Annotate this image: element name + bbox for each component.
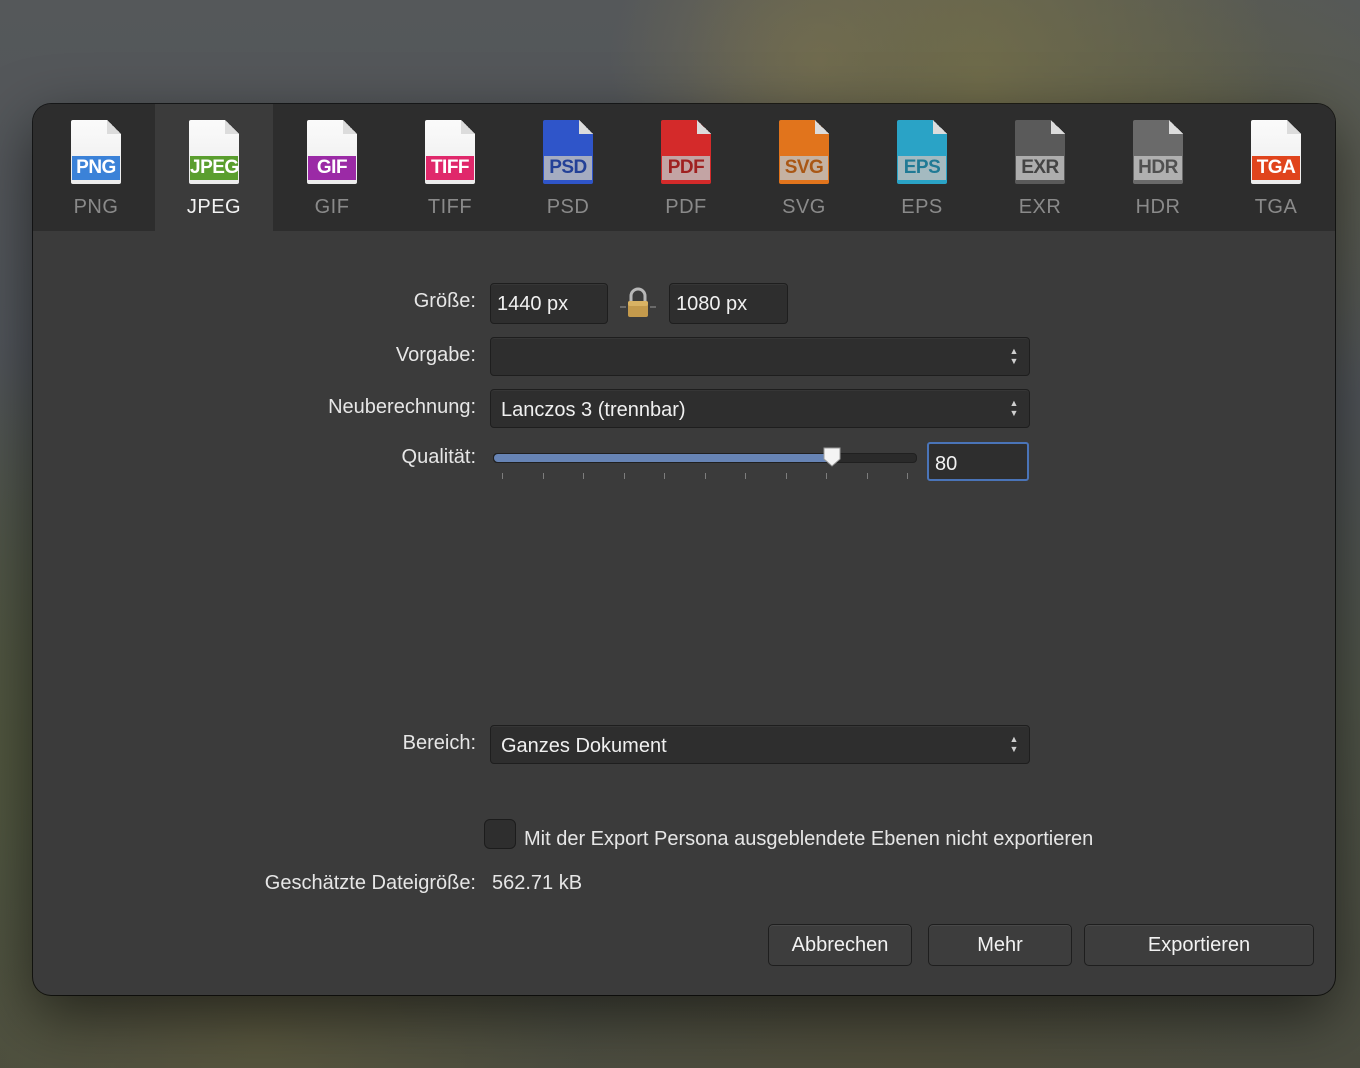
height-value: 1080 px: [676, 293, 748, 315]
quality-slider-fill: [494, 454, 832, 462]
resample-popup[interactable]: Lanczos 3 (trennbar) ▲ ▼: [490, 389, 1030, 428]
slider-tick: [826, 473, 827, 479]
tab-psd[interactable]: PSD PSD: [509, 104, 627, 231]
tab-label: GIF: [314, 196, 350, 218]
slider-tick: [745, 473, 746, 479]
eps-file-icon: EPS: [897, 120, 947, 184]
area-label: Bereich:: [402, 732, 476, 754]
svg-file-icon: SVG: [779, 120, 829, 184]
height-field[interactable]: 1080 px: [669, 283, 788, 324]
tab-label: PNG: [73, 196, 119, 218]
popup-arrows-icon: ▲ ▼: [1009, 398, 1019, 418]
hidden-layers-checkbox[interactable]: [484, 819, 516, 849]
tab-label: SVG: [782, 196, 826, 218]
slider-tick: [623, 473, 625, 479]
slider-tick: [704, 473, 706, 479]
slider-tick: [502, 473, 503, 479]
tab-tiff[interactable]: TIFF TIFF: [391, 104, 509, 231]
format-tab-bar: PNG PNG JPEG JPEG GIF GIF TIFF TIFF PSD PSD PDF PDF…: [33, 104, 1335, 231]
size-label: Größe:: [413, 290, 476, 312]
resample-value: Lanczos 3 (trennbar): [501, 399, 686, 421]
exr-file-icon: EXR: [1015, 120, 1065, 184]
width-field[interactable]: 1440 px: [490, 283, 608, 324]
tab-gif[interactable]: GIF GIF: [273, 104, 391, 231]
more-button[interactable]: Mehr: [928, 924, 1072, 966]
jpeg-file-icon: JPEG: [189, 120, 239, 184]
tab-hdr[interactable]: HDR HDR: [1099, 104, 1217, 231]
tab-label: JPEG: [186, 196, 242, 218]
png-file-icon: PNG: [71, 120, 121, 184]
export-button[interactable]: Exportieren: [1084, 924, 1314, 966]
slider-tick: [583, 473, 584, 479]
gif-file-icon: GIF: [307, 120, 357, 184]
filesize-value: 562.71 kB: [492, 872, 583, 894]
tab-jpeg[interactable]: JPEG JPEG: [155, 104, 273, 231]
quality-label: Qualität:: [401, 446, 476, 468]
tab-exr[interactable]: EXR EXR: [981, 104, 1099, 231]
tab-eps[interactable]: EPS EPS: [863, 104, 981, 231]
tab-label: TIFF: [427, 196, 473, 218]
tab-label: EXR: [1018, 196, 1062, 218]
slider-tick: [866, 473, 868, 479]
popup-arrows-icon: ▲ ▼: [1009, 346, 1019, 366]
area-popup[interactable]: Ganzes Dokument ▲ ▼: [490, 725, 1030, 764]
tab-tga[interactable]: TGA TGA: [1217, 104, 1335, 231]
slider-tick: [907, 473, 908, 479]
quality-slider[interactable]: [493, 453, 917, 463]
area-value: Ganzes Dokument: [501, 735, 667, 757]
tab-label: PSD: [546, 196, 590, 218]
psd-file-icon: PSD: [543, 120, 593, 184]
tab-label: PDF: [665, 196, 707, 218]
popup-arrows-icon: ▲ ▼: [1009, 734, 1019, 754]
hidden-layers-label[interactable]: Mit der Export Persona ausgeblendete Ebe…: [524, 828, 1093, 851]
tab-label: EPS: [901, 196, 943, 218]
tab-svg[interactable]: SVG SVG: [745, 104, 863, 231]
resample-label: Neuberechnung:: [328, 396, 476, 418]
tab-label: TGA: [1254, 196, 1298, 218]
tab-pdf[interactable]: PDF PDF: [627, 104, 745, 231]
hdr-file-icon: HDR: [1133, 120, 1183, 184]
pdf-file-icon: PDF: [661, 120, 711, 184]
tab-label: HDR: [1135, 196, 1181, 218]
quality-input[interactable]: 80: [927, 442, 1029, 481]
tiff-file-icon: TIFF: [425, 120, 475, 184]
tga-file-icon: TGA: [1251, 120, 1301, 184]
cancel-button[interactable]: Abbrechen: [768, 924, 912, 966]
preset-popup[interactable]: ▲ ▼: [490, 337, 1030, 376]
filesize-label: Geschätzte Dateigröße:: [264, 872, 476, 894]
preset-label: Vorgabe:: [395, 344, 476, 366]
export-dialog: PNG PNG JPEG JPEG GIF GIF TIFF TIFF PSD PSD PDF PDF…: [33, 104, 1335, 995]
slider-tick: [785, 473, 787, 479]
tab-png[interactable]: PNG PNG: [37, 104, 155, 231]
width-value: 1440 px: [497, 293, 569, 315]
quality-slider-knob[interactable]: [822, 446, 842, 468]
quality-value: 80: [935, 453, 958, 475]
aspect-lock-icon[interactable]: [620, 287, 656, 321]
slider-tick: [542, 473, 544, 479]
slider-tick: [664, 473, 665, 479]
